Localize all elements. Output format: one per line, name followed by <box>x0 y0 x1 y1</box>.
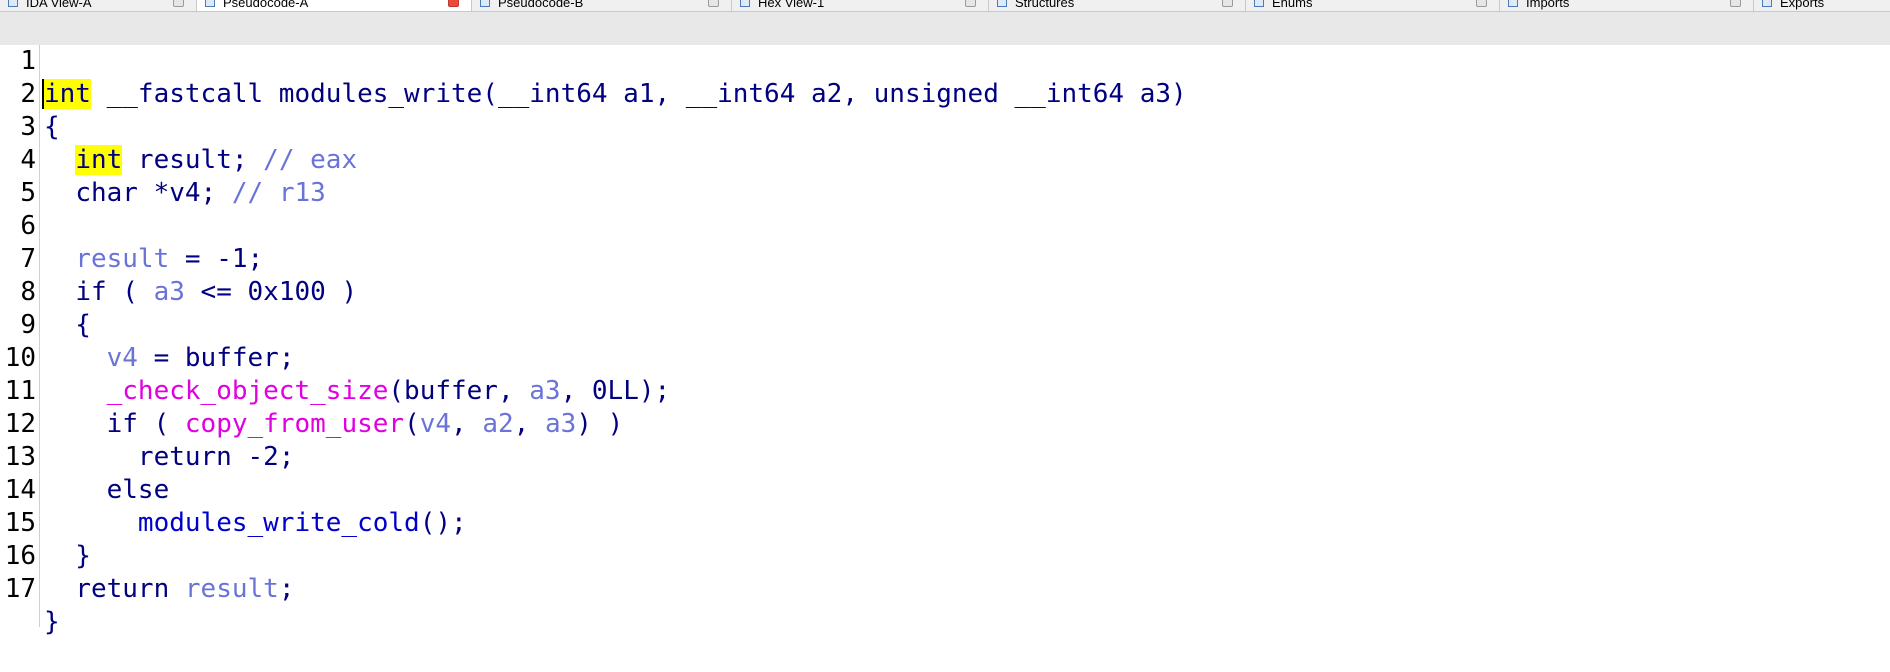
code-line-4[interactable]: 4 char *v4; // r13 <box>0 111 1890 208</box>
tab-pseudocode-b[interactable]: Pseudocode-B <box>472 0 732 11</box>
tab-label: Hex View-1 <box>758 0 825 10</box>
code-text: } <box>44 607 60 637</box>
code-line-3[interactable]: 3 int result; // eax <box>0 78 1890 175</box>
code-line-5[interactable]: 5 <box>0 144 1890 208</box>
tab-enums[interactable]: Enums <box>1246 0 1500 11</box>
tab-imports[interactable]: Imports <box>1500 0 1754 11</box>
code-line-17[interactable]: 17 } <box>0 540 1890 637</box>
close-icon[interactable] <box>1730 0 1741 7</box>
tab-label: Structures <box>1015 0 1075 10</box>
structures-icon <box>997 0 1007 7</box>
pseudocode-icon <box>480 0 490 7</box>
tab-label: Exports <box>1780 0 1825 10</box>
code-text: return <box>75 574 185 604</box>
line-number: 17 <box>4 574 36 604</box>
exports-icon <box>1762 0 1772 7</box>
tab-structures[interactable]: Structures <box>989 0 1246 11</box>
disassembly-icon <box>8 0 18 7</box>
code-line-8[interactable]: 8 { <box>0 243 1890 340</box>
code-line-10[interactable]: 10 _check_object_size(buffer, a3, 0LL); <box>0 309 1890 406</box>
tab-label: Pseudocode-B <box>498 0 584 10</box>
pseudocode-icon <box>205 0 215 7</box>
code-line-1[interactable]: 1 int __fastcall modules_write(__int64 a… <box>0 12 1890 109</box>
tab-label: Enums <box>1272 0 1313 10</box>
code-text: ; <box>278 574 295 604</box>
tab-ida-view-a[interactable]: IDA View-A <box>0 0 197 11</box>
tab-bar: IDA View-A Pseudocode-A Pseudocode-B Hex… <box>0 0 1890 12</box>
code-line-6[interactable]: 6 result = -1; <box>0 177 1890 274</box>
hex-view-icon <box>740 0 750 7</box>
enums-icon <box>1254 0 1264 7</box>
pseudocode-editor[interactable]: 1 int __fastcall modules_write(__int64 a… <box>0 12 1890 637</box>
code-line-13[interactable]: 13 else <box>0 408 1890 505</box>
close-icon[interactable] <box>448 0 459 7</box>
tab-label: Imports <box>1526 0 1570 10</box>
imports-icon <box>1508 0 1518 7</box>
tab-hex-view-1[interactable]: Hex View-1 <box>732 0 989 11</box>
tab-exports[interactable]: Exports <box>1754 0 1890 11</box>
tab-label: IDA View-A <box>26 0 92 10</box>
code-line-2[interactable]: 2 { <box>0 45 1890 142</box>
code-line-16[interactable]: 16 return result; <box>0 507 1890 604</box>
local-variable[interactable]: result <box>185 574 279 604</box>
tab-label: Pseudocode-A <box>223 0 309 10</box>
close-icon[interactable] <box>1476 0 1487 7</box>
close-icon[interactable] <box>708 0 719 7</box>
code-line-7[interactable]: 7 if ( a3 <= 0x100 ) <box>0 210 1890 307</box>
code-line-15[interactable]: 15 } <box>0 474 1890 571</box>
close-icon[interactable] <box>1222 0 1233 7</box>
close-icon[interactable] <box>173 0 184 7</box>
code-line-12[interactable]: 12 return -2; <box>0 375 1890 472</box>
code-line-11[interactable]: 11 if ( copy_from_user(v4, a2, a3) ) <box>0 342 1890 439</box>
tab-pseudocode-a[interactable]: Pseudocode-A <box>197 0 472 11</box>
code-line-14[interactable]: 14 modules_write_cold(); <box>0 441 1890 538</box>
close-icon[interactable] <box>965 0 976 7</box>
code-line-9[interactable]: 9 v4 = buffer; <box>0 276 1890 373</box>
